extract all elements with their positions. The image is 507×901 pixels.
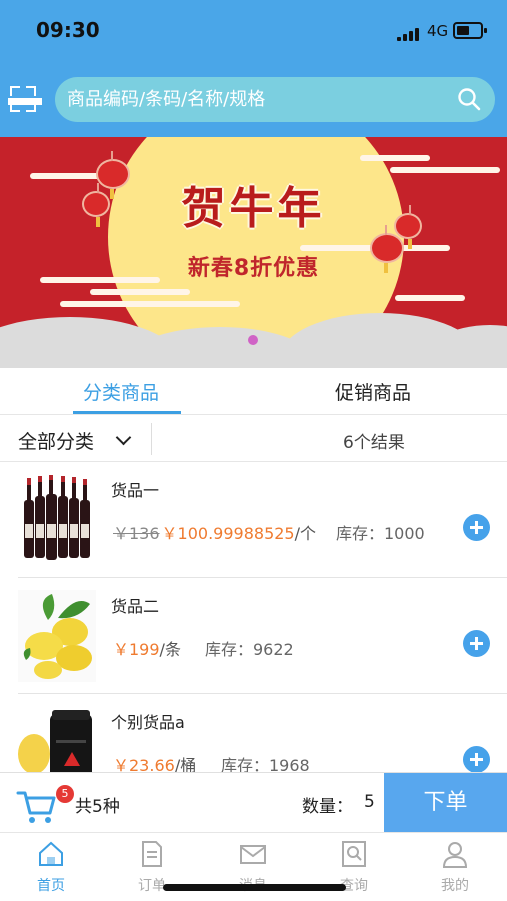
lemons-image [18,590,96,682]
network-label: 4G [427,22,449,40]
place-order-button[interactable]: 下单 [384,773,507,833]
query-icon [342,841,366,867]
add-to-cart-button[interactable] [463,514,490,541]
tab-category-products[interactable]: 分类商品 [83,378,159,405]
status-time: 09:30 [36,18,100,42]
tab-promo-products[interactable]: 促销商品 [335,378,411,405]
price-unit: /条 [159,640,181,659]
nav-label: 首页 [37,878,65,894]
list-item[interactable]: 货品二 ￥199/条 库存：9622 [0,578,507,694]
cart-button[interactable]: 5 [16,785,74,825]
active-tab-indicator [73,411,181,414]
nav-label: 我的 [441,878,469,894]
filter-bar: 全部分类 6个结果 [0,415,507,462]
product-name: 货品一 [111,481,160,500]
signal-icon [397,27,419,41]
list-item[interactable]: 货品一 ￥136 ￥100.99988525/个 库存：1000 [0,462,507,578]
product-price: ￥199 [113,640,160,659]
cart-kinds: 共5种 [75,797,120,817]
home-icon [39,841,63,866]
app-header: 09:30 4G [0,0,507,137]
carousel-indicator[interactable] [248,335,258,345]
product-name: 个别货品a [111,713,185,732]
quantity-value: 5 [364,792,375,812]
price-unit: /个 [294,524,317,543]
product-price: ￥100.99988525 [161,524,295,543]
price-row: ￥136 ￥100.99988525/个 [113,520,316,544]
nav-profile[interactable]: 我的 [415,839,495,895]
product-price: ￥23.66 [113,756,175,772]
scan-icon[interactable] [8,86,42,112]
original-price: ￥136 [113,524,160,543]
add-to-cart-button[interactable] [463,630,490,657]
search-bar [55,77,495,122]
jar-and-lemon-image [18,706,96,772]
banner-title: 贺牛年 [181,183,326,234]
stock-count: 库存：9622 [205,640,294,659]
category-tabs: 分类商品 促销商品 [0,368,507,415]
category-dropdown[interactable]: 全部分类 [18,427,94,454]
product-list: 货品一 ￥136 ￥100.99988525/个 库存：1000 货品二 ￥199… [0,462,507,772]
cart-badge: 5 [56,785,74,803]
home-indicator [163,884,346,891]
divider [151,423,152,455]
quantity-label: 数量： [302,797,353,817]
stock-count: 库存：1968 [221,756,310,772]
list-item[interactable]: 个别货品a ￥23.66/桶 库存：1968 [0,694,507,772]
document-icon [142,841,162,867]
nav-home[interactable]: 首页 [11,839,91,895]
search-icon[interactable] [457,87,481,111]
add-to-cart-button[interactable] [463,746,490,772]
person-icon [442,842,468,868]
status-bar: 09:30 4G [0,0,507,60]
price-unit: /桶 [174,756,197,772]
cart-icon [16,791,56,823]
envelope-icon [240,845,266,864]
banner-subtitle: 新春8折优惠 [187,256,320,281]
cart-bar: 5 共5种 数量： 5 下单 [0,772,507,833]
wine-bottles-image [18,474,96,566]
chevron-down-icon[interactable] [115,429,132,446]
promo-banner[interactable]: 贺牛年 新春8折优惠 [0,137,507,368]
result-count: 6个结果 [343,433,405,453]
product-name: 货品二 [111,597,160,616]
price-row: ￥199/条 [113,636,181,660]
search-input[interactable] [67,77,447,122]
stock-count: 库存：1000 [336,524,425,543]
price-row: ￥23.66/桶 [113,752,196,772]
battery-icon [453,22,487,39]
